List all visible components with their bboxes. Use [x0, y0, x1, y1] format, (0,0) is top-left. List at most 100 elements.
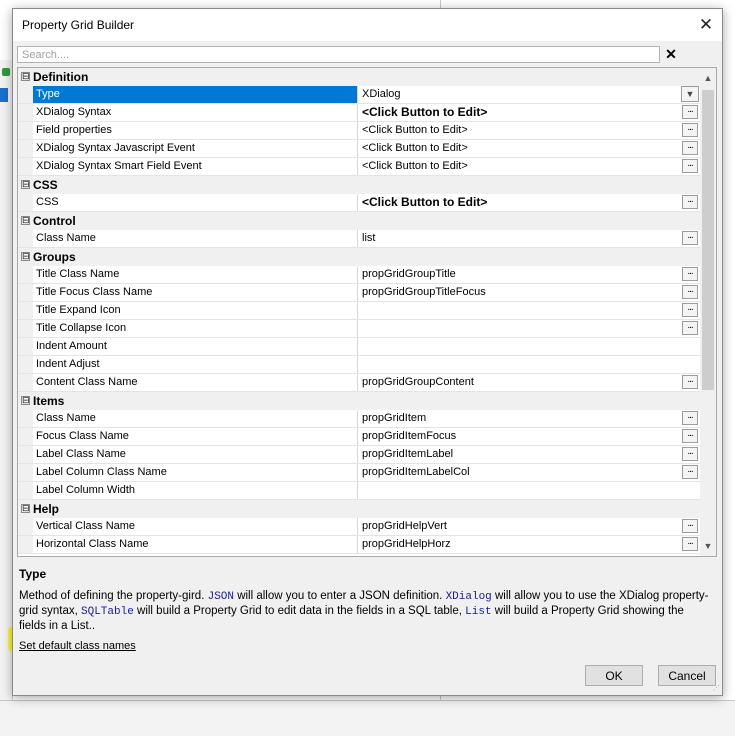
- group-header[interactable]: ⊟ Control: [18, 212, 700, 230]
- property-name[interactable]: Title Class Name: [33, 266, 358, 283]
- property-value[interactable]: <Click Button to Edit>: [359, 194, 680, 211]
- property-name[interactable]: XDialog Syntax Javascript Event: [33, 140, 358, 157]
- property-value[interactable]: propGridItemLabelCol: [359, 464, 680, 481]
- property-value[interactable]: <Click Button to Edit>: [359, 140, 680, 157]
- collapse-icon[interactable]: ⊟: [21, 396, 30, 405]
- property-name[interactable]: Type: [33, 86, 358, 103]
- ellipsis-button[interactable]: ...: [682, 519, 698, 533]
- property-name[interactable]: Content Class Name: [33, 374, 358, 391]
- property-name[interactable]: Horizontal Class Name: [33, 536, 358, 553]
- property-value[interactable]: propGridGroupTitleFocus: [359, 284, 680, 301]
- group-header[interactable]: ⊟ Items: [18, 392, 700, 410]
- property-row[interactable]: XDialog Syntax Javascript Event <Click Bu…: [18, 140, 700, 158]
- collapse-icon[interactable]: ⊟: [21, 216, 30, 225]
- ok-button[interactable]: OK: [585, 665, 643, 686]
- property-name[interactable]: Label Class Name: [33, 446, 358, 463]
- property-row[interactable]: Title Focus Class Name propGridGroupTitle…: [18, 284, 700, 302]
- property-row[interactable]: Type XDialog ▼: [18, 86, 700, 104]
- property-name[interactable]: CSS: [33, 194, 358, 211]
- ellipsis-button[interactable]: ...: [682, 159, 698, 173]
- property-value[interactable]: propGridGroupTitle: [359, 266, 680, 283]
- property-row[interactable]: XDialog Syntax Smart Field Event <Click B…: [18, 158, 700, 176]
- property-name[interactable]: Class Name: [33, 230, 358, 247]
- cancel-button[interactable]: Cancel: [658, 665, 716, 686]
- property-name[interactable]: Indent Amount: [33, 338, 358, 355]
- property-name[interactable]: Focus Class Name: [33, 428, 358, 445]
- group-header[interactable]: ⊟ Groups: [18, 248, 700, 266]
- property-value[interactable]: propGridHelpVert: [359, 518, 680, 535]
- ellipsis-button[interactable]: ...: [682, 141, 698, 155]
- property-row[interactable]: Label Column Class Name propGridItemLabel…: [18, 464, 700, 482]
- property-value[interactable]: propGridHelpHorz: [359, 536, 680, 553]
- set-default-class-names-link[interactable]: Set default class names: [19, 640, 136, 652]
- property-value[interactable]: <Click Button to Edit>: [359, 158, 680, 175]
- property-value[interactable]: <Click Button to Edit>: [359, 104, 680, 121]
- ellipsis-button[interactable]: ...: [682, 411, 698, 425]
- scroll-up-icon[interactable]: ▲: [700, 70, 716, 86]
- property-name[interactable]: Title Focus Class Name: [33, 284, 358, 301]
- ellipsis-button[interactable]: ...: [682, 123, 698, 137]
- chevron-down-icon[interactable]: ▼: [681, 86, 699, 102]
- collapse-icon[interactable]: ⊟: [21, 72, 30, 81]
- vertical-scrollbar[interactable]: ▲ ▼: [700, 68, 716, 556]
- property-row[interactable]: Class Name list...: [18, 230, 700, 248]
- property-name[interactable]: Label Column Class Name: [33, 464, 358, 481]
- collapse-icon[interactable]: ⊟: [21, 252, 30, 261]
- property-row[interactable]: Title Class Name propGridGroupTitle...: [18, 266, 700, 284]
- group-header[interactable]: ⊟ CSS: [18, 176, 700, 194]
- property-value[interactable]: propGridItem: [359, 410, 680, 427]
- property-value[interactable]: XDialog: [359, 86, 680, 103]
- property-name[interactable]: Title Collapse Icon: [33, 320, 358, 337]
- group-header[interactable]: ⊟ Help: [18, 500, 700, 518]
- property-name[interactable]: Indent Adjust: [33, 356, 358, 373]
- property-value[interactable]: propGridItemFocus: [359, 428, 680, 445]
- property-row[interactable]: Title Expand Icon...: [18, 302, 700, 320]
- ellipsis-button[interactable]: ...: [682, 429, 698, 443]
- property-name[interactable]: Class Name: [33, 410, 358, 427]
- property-row[interactable]: Focus Class Name propGridItemFocus...: [18, 428, 700, 446]
- ellipsis-button[interactable]: ...: [682, 231, 698, 245]
- property-row[interactable]: Indent Adjust: [18, 356, 700, 374]
- property-name[interactable]: XDialog Syntax Smart Field Event: [33, 158, 358, 175]
- property-row[interactable]: Content Class Name propGridGroupContent..…: [18, 374, 700, 392]
- ellipsis-button[interactable]: ...: [682, 105, 698, 119]
- property-row[interactable]: CSS <Click Button to Edit>...: [18, 194, 700, 212]
- collapse-icon[interactable]: ⊟: [21, 504, 30, 513]
- property-name[interactable]: Vertical Class Name: [33, 518, 358, 535]
- clear-search-icon[interactable]: ✕: [664, 46, 678, 63]
- ellipsis-button[interactable]: ...: [682, 321, 698, 335]
- property-value[interactable]: [359, 356, 680, 373]
- property-row[interactable]: Label Column Width: [18, 482, 700, 500]
- property-row[interactable]: Horizontal Class Name propGridHelpHorz...: [18, 536, 700, 554]
- search-input[interactable]: [17, 46, 660, 63]
- resize-grip-icon[interactable]: ⋰: [712, 685, 720, 693]
- property-value[interactable]: [359, 320, 680, 337]
- ellipsis-button[interactable]: ...: [682, 267, 698, 281]
- ellipsis-button[interactable]: ...: [682, 447, 698, 461]
- group-header[interactable]: ⊟ Definition: [18, 68, 700, 86]
- ellipsis-button[interactable]: ...: [682, 303, 698, 317]
- property-value[interactable]: list: [359, 230, 680, 247]
- ellipsis-button[interactable]: ...: [682, 195, 698, 209]
- property-value[interactable]: [359, 302, 680, 319]
- property-name[interactable]: Field properties: [33, 122, 358, 139]
- property-value[interactable]: <Click Button to Edit>: [359, 122, 680, 139]
- property-name[interactable]: Title Expand Icon: [33, 302, 358, 319]
- property-row[interactable]: Field properties <Click Button to Edit>..…: [18, 122, 700, 140]
- scrollbar-thumb[interactable]: [702, 90, 714, 390]
- property-name[interactable]: XDialog Syntax: [33, 104, 358, 121]
- property-row[interactable]: Label Class Name propGridItemLabel...: [18, 446, 700, 464]
- property-value[interactable]: [359, 338, 680, 355]
- close-icon[interactable]: ✕: [690, 9, 722, 41]
- property-row[interactable]: Indent Amount: [18, 338, 700, 356]
- collapse-icon[interactable]: ⊟: [21, 180, 30, 189]
- scroll-down-icon[interactable]: ▼: [700, 538, 716, 554]
- ellipsis-button[interactable]: ...: [682, 537, 698, 551]
- property-value[interactable]: propGridItemLabel: [359, 446, 680, 463]
- ellipsis-button[interactable]: ...: [682, 375, 698, 389]
- ellipsis-button[interactable]: ...: [682, 465, 698, 479]
- property-row[interactable]: Title Collapse Icon...: [18, 320, 700, 338]
- ellipsis-button[interactable]: ...: [682, 285, 698, 299]
- property-value[interactable]: propGridGroupContent: [359, 374, 680, 391]
- property-row[interactable]: XDialog Syntax <Click Button to Edit>...: [18, 104, 700, 122]
